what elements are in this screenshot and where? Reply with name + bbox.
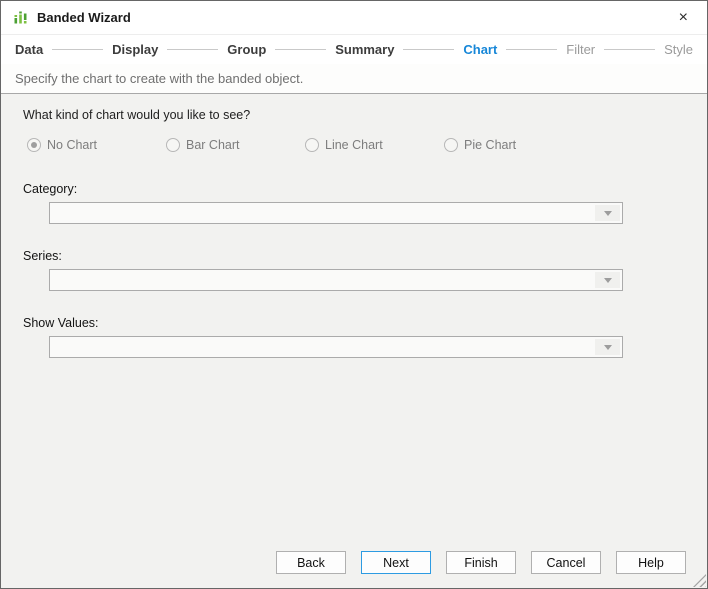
wizard-steps: Data Display Group Summary Chart Filter …: [1, 35, 707, 64]
series-dropdown-button[interactable]: [595, 272, 620, 288]
radio-selected-icon: [27, 138, 41, 152]
step-chart[interactable]: Chart: [463, 42, 497, 57]
resize-grip[interactable]: [693, 574, 706, 587]
step-data[interactable]: Data: [15, 42, 43, 57]
category-field: Category:: [1, 182, 707, 224]
wizard-footer-buttons: Back Next Finish Cancel Help: [276, 551, 686, 574]
show-values-dropdown[interactable]: [49, 336, 623, 358]
banded-wizard-dialog: Banded Wizard × Data Display Group Summa…: [0, 0, 708, 589]
step-separator: [604, 49, 655, 50]
show-values-dropdown-value: [50, 337, 622, 340]
chevron-down-icon: [604, 211, 612, 216]
radio-pie-chart[interactable]: Pie Chart: [444, 138, 583, 152]
radio-label: Pie Chart: [464, 138, 516, 152]
cancel-button[interactable]: Cancel: [531, 551, 601, 574]
step-filter[interactable]: Filter: [566, 42, 595, 57]
radio-line-chart[interactable]: Line Chart: [305, 138, 444, 152]
category-label: Category:: [23, 182, 707, 196]
title-bar: Banded Wizard ×: [1, 1, 707, 35]
radio-unselected-icon: [305, 138, 319, 152]
chart-step-content: What kind of chart would you like to see…: [1, 94, 707, 588]
wizard-step-description: Specify the chart to create with the ban…: [1, 64, 707, 94]
series-dropdown[interactable]: [49, 269, 623, 291]
category-dropdown[interactable]: [49, 202, 623, 224]
radio-no-chart[interactable]: No Chart: [27, 138, 166, 152]
show-values-label: Show Values:: [23, 316, 707, 330]
help-button[interactable]: Help: [616, 551, 686, 574]
show-values-field: Show Values:: [1, 316, 707, 358]
radio-unselected-icon: [444, 138, 458, 152]
close-icon[interactable]: ×: [672, 8, 695, 28]
series-label: Series:: [23, 249, 707, 263]
step-summary[interactable]: Summary: [335, 42, 394, 57]
radio-label: Line Chart: [325, 138, 383, 152]
radio-label: No Chart: [47, 138, 97, 152]
series-field: Series:: [1, 249, 707, 291]
step-display[interactable]: Display: [112, 42, 158, 57]
category-dropdown-button[interactable]: [595, 205, 620, 221]
step-separator: [403, 49, 454, 50]
show-values-dropdown-button[interactable]: [595, 339, 620, 355]
chart-type-question: What kind of chart would you like to see…: [23, 108, 707, 122]
finish-button[interactable]: Finish: [446, 551, 516, 574]
back-button[interactable]: Back: [276, 551, 346, 574]
step-separator: [275, 49, 326, 50]
series-dropdown-value: [50, 270, 622, 273]
radio-unselected-icon: [166, 138, 180, 152]
step-separator: [52, 49, 103, 50]
next-button[interactable]: Next: [361, 551, 431, 574]
step-style[interactable]: Style: [664, 42, 693, 57]
banded-wizard-app-icon: [13, 10, 29, 26]
radio-bar-chart[interactable]: Bar Chart: [166, 138, 305, 152]
chart-type-radio-group: No Chart Bar Chart Line Chart Pie Chart: [27, 138, 707, 152]
chevron-down-icon: [604, 345, 612, 350]
radio-label: Bar Chart: [186, 138, 240, 152]
step-separator: [506, 49, 557, 50]
window-title: Banded Wizard: [37, 10, 131, 25]
step-group[interactable]: Group: [227, 42, 266, 57]
step-separator: [167, 49, 218, 50]
category-dropdown-value: [50, 203, 622, 206]
chevron-down-icon: [604, 278, 612, 283]
